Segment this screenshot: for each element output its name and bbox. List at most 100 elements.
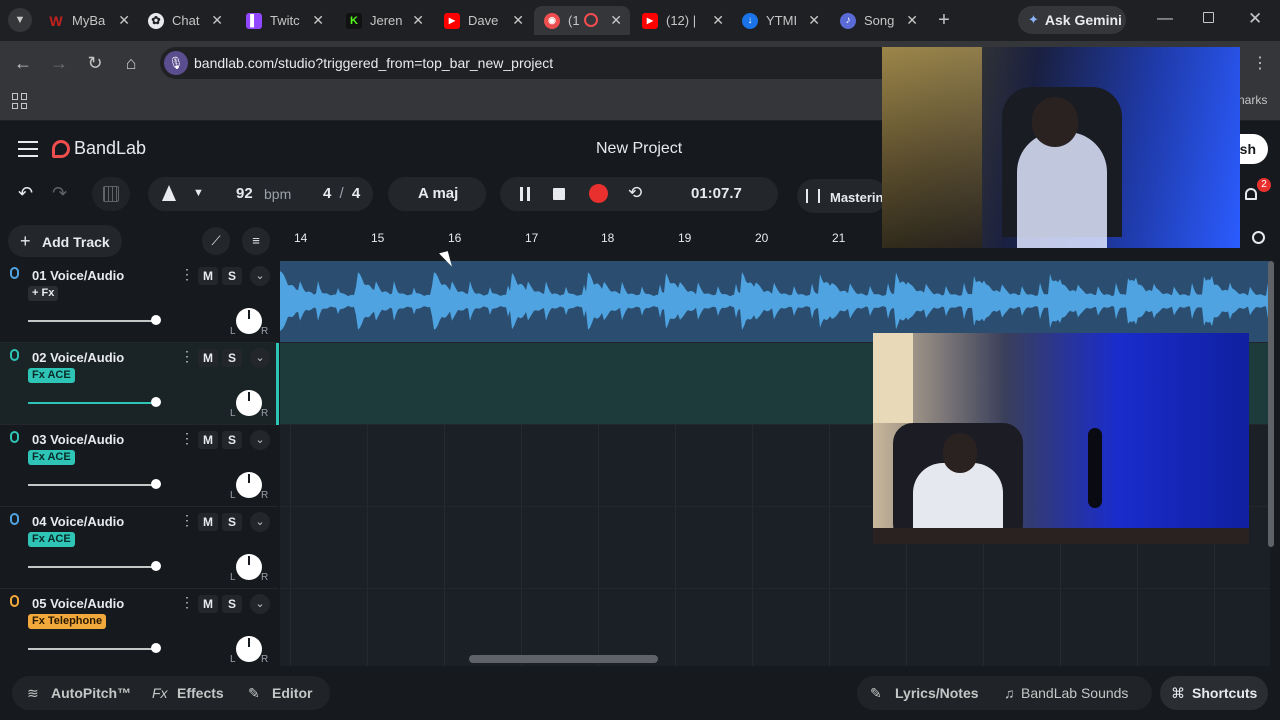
reload-icon[interactable]: ↻ bbox=[83, 51, 107, 75]
close-tab-icon[interactable]: ✕ bbox=[312, 12, 324, 29]
pan-knob[interactable] bbox=[236, 636, 262, 662]
ask-gemini-button[interactable]: ✦ Ask Gemini bbox=[1018, 6, 1126, 34]
metronome-icon[interactable] bbox=[162, 185, 176, 201]
bandlab-sounds-button[interactable]: BandLab Sounds bbox=[1021, 685, 1128, 701]
undo-icon[interactable]: ↶ bbox=[18, 183, 33, 204]
track-options-icon[interactable]: ⋮ bbox=[180, 594, 194, 611]
track-header[interactable]: 01 Voice/Audio ⋮ M S ⌄ + Fx L R bbox=[0, 261, 278, 343]
close-tab-icon[interactable]: ✕ bbox=[610, 12, 622, 29]
volume-slider-handle[interactable] bbox=[151, 315, 161, 325]
volume-slider-handle[interactable] bbox=[151, 397, 161, 407]
close-tab-icon[interactable]: ✕ bbox=[512, 12, 524, 29]
track-lane[interactable] bbox=[280, 589, 1270, 666]
track-fx-button[interactable]: + Fx bbox=[28, 286, 59, 301]
time-signature[interactable]: 4 / 4 bbox=[323, 185, 360, 202]
all-bookmarks-label[interactable]: narks bbox=[1238, 93, 1267, 107]
loop-icon[interactable]: ⟲ bbox=[628, 183, 642, 203]
track-name[interactable]: 02 Voice/Audio bbox=[32, 350, 124, 365]
track-header[interactable]: 04 Voice/Audio ⋮ M S ⌄ Fx ACE L R bbox=[0, 507, 278, 589]
volume-slider[interactable] bbox=[28, 566, 156, 568]
mute-button[interactable]: M bbox=[198, 267, 218, 285]
effects-button[interactable]: Effects bbox=[177, 685, 224, 701]
volume-slider[interactable] bbox=[28, 484, 156, 486]
browser-tab[interactable]: ♪ Song ✕ bbox=[830, 6, 926, 35]
track-fx-button[interactable]: Fx ACE bbox=[28, 368, 75, 383]
close-tab-icon[interactable]: ✕ bbox=[412, 12, 424, 29]
track-options-icon[interactable]: ⋮ bbox=[180, 266, 194, 283]
track-expand-chevron-icon[interactable]: ⌄ bbox=[250, 266, 270, 286]
track-options-icon[interactable]: ⋮ bbox=[180, 512, 194, 529]
browser-tab[interactable]: ✿ Chat ✕ bbox=[138, 6, 231, 35]
close-window-icon[interactable]: ✕ bbox=[1248, 9, 1266, 29]
track-name[interactable]: 05 Voice/Audio bbox=[32, 596, 124, 611]
volume-slider[interactable] bbox=[28, 320, 156, 322]
volume-slider-handle[interactable] bbox=[151, 643, 161, 653]
forward-icon[interactable]: → bbox=[47, 51, 71, 75]
track-options-icon[interactable]: ⋮ bbox=[180, 430, 194, 447]
solo-button[interactable]: S bbox=[222, 431, 242, 449]
track-fx-button[interactable]: Fx Telephone bbox=[28, 614, 107, 629]
tab-search-button[interactable]: ▼ bbox=[8, 8, 32, 32]
close-tab-icon[interactable]: ✕ bbox=[712, 12, 724, 29]
track-name[interactable]: 04 Voice/Audio bbox=[32, 514, 124, 529]
stop-button[interactable] bbox=[553, 188, 565, 200]
close-tab-icon[interactable]: ✕ bbox=[906, 12, 918, 29]
mute-button[interactable]: M bbox=[198, 349, 218, 367]
volume-slider[interactable] bbox=[28, 648, 156, 650]
pan-knob[interactable] bbox=[236, 472, 262, 498]
track-settings-icon[interactable]: ≡ bbox=[242, 227, 270, 255]
close-tab-icon[interactable]: ✕ bbox=[808, 12, 820, 29]
project-title[interactable]: New Project bbox=[596, 140, 682, 158]
mute-button[interactable]: M bbox=[198, 595, 218, 613]
solo-button[interactable]: S bbox=[222, 349, 242, 367]
track-fx-button[interactable]: Fx ACE bbox=[28, 532, 75, 547]
mute-button[interactable]: M bbox=[198, 513, 218, 531]
solo-button[interactable]: S bbox=[222, 267, 242, 285]
solo-button[interactable]: S bbox=[222, 513, 242, 531]
track-header[interactable]: 05 Voice/Audio ⋮ M S ⌄ Fx Telephone L R bbox=[0, 589, 278, 671]
lyrics-notes-button[interactable]: Lyrics/Notes bbox=[895, 685, 979, 701]
redo-icon[interactable]: ↷ bbox=[52, 183, 67, 204]
track-name[interactable]: 03 Voice/Audio bbox=[32, 432, 124, 447]
browser-tab[interactable]: K Jeren ✕ bbox=[336, 6, 432, 35]
track-expand-chevron-icon[interactable]: ⌄ bbox=[250, 430, 270, 450]
pause-button[interactable] bbox=[518, 187, 532, 201]
browser-tab[interactable]: ▶ Dave ✕ bbox=[434, 6, 532, 35]
pan-knob[interactable] bbox=[236, 554, 262, 580]
hamburger-menu-icon[interactable] bbox=[18, 141, 38, 157]
track-expand-chevron-icon[interactable]: ⌄ bbox=[250, 348, 270, 368]
browser-tab[interactable]: W MyBa ✕ bbox=[38, 6, 138, 35]
zoom-in-icon[interactable] bbox=[1252, 231, 1265, 244]
microphone-permission-icon[interactable]: 🎙 bbox=[164, 51, 188, 75]
track-lane[interactable] bbox=[280, 261, 1270, 343]
home-icon[interactable]: ⌂ bbox=[119, 51, 143, 75]
track-fx-button[interactable]: Fx ACE bbox=[28, 450, 75, 465]
audio-region-waveform[interactable] bbox=[280, 261, 1270, 341]
track-expand-chevron-icon[interactable]: ⌄ bbox=[250, 594, 270, 614]
metronome-dropdown-icon[interactable]: ▼ bbox=[193, 187, 204, 199]
close-tab-icon[interactable]: ✕ bbox=[118, 12, 130, 29]
apps-grid-icon[interactable] bbox=[12, 93, 28, 109]
pan-knob[interactable] bbox=[236, 308, 262, 334]
volume-slider[interactable] bbox=[28, 402, 156, 404]
automation-icon[interactable]: ⟋ bbox=[202, 227, 230, 255]
minimize-window-icon[interactable]: — bbox=[1157, 10, 1175, 30]
record-button[interactable] bbox=[589, 184, 608, 203]
back-icon[interactable]: ← bbox=[11, 51, 35, 75]
track-header[interactable]: 02 Voice/Audio ⋮ M S ⌄ Fx ACE L R bbox=[0, 343, 278, 425]
bandlab-logo[interactable]: BandLab bbox=[52, 138, 146, 159]
vertical-scrollbar[interactable] bbox=[1268, 261, 1274, 547]
volume-slider-handle[interactable] bbox=[151, 479, 161, 489]
piano-keyboard-icon[interactable] bbox=[92, 177, 130, 211]
autopitch-icon[interactable]: ≋ bbox=[27, 685, 39, 702]
track-options-icon[interactable]: ⋮ bbox=[180, 348, 194, 365]
horizontal-scrollbar[interactable] bbox=[469, 655, 658, 663]
bpm-value[interactable]: 92 bbox=[236, 185, 253, 202]
volume-slider-handle[interactable] bbox=[151, 561, 161, 571]
pan-knob[interactable] bbox=[236, 390, 262, 416]
track-header[interactable]: 03 Voice/Audio ⋮ M S ⌄ Fx ACE L R bbox=[0, 425, 278, 507]
solo-button[interactable]: S bbox=[222, 595, 242, 613]
autopitch-button[interactable]: AutoPitch™ bbox=[51, 685, 131, 701]
browser-tab[interactable]: ↓ YTMI ✕ bbox=[732, 6, 828, 35]
new-tab-button[interactable]: + bbox=[932, 8, 956, 32]
